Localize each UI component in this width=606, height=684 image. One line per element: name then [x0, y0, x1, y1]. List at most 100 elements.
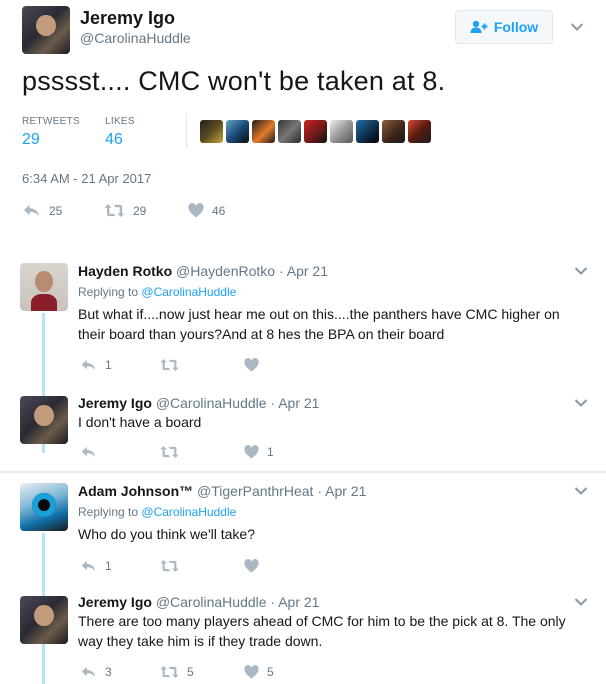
reply-header: Adam Johnson™ @TigerPanthrHeat · Apr 21: [78, 483, 366, 499]
like-count: 5: [267, 665, 274, 679]
retweet-count: 5: [187, 665, 194, 679]
like-action[interactable]: 5: [244, 665, 274, 679]
liker-avatar[interactable]: [252, 120, 275, 143]
tweet-timestamp[interactable]: 6:34 AM - 21 Apr 2017: [22, 171, 151, 186]
retweet-count: 29: [133, 203, 147, 218]
conversation-thread: Hayden Rotko @HaydenRotko · Apr 21 Reply…: [0, 253, 606, 471]
reply-icon: [22, 203, 41, 218]
reply-action[interactable]: 25: [22, 203, 62, 218]
reply-icon: [80, 445, 97, 459]
follow-button[interactable]: Follow: [455, 10, 553, 44]
author-handle[interactable]: @HaydenRotko: [176, 263, 275, 279]
reply-header: Jeremy Igo @CarolinaHuddle · Apr 21: [78, 395, 319, 411]
likes-label: LIKES: [105, 116, 135, 127]
author-name[interactable]: Jeremy Igo: [80, 8, 175, 29]
author-avatar[interactable]: [22, 6, 70, 54]
reply-date[interactable]: · Apr 21: [270, 395, 319, 411]
retweets-count[interactable]: 29: [22, 131, 40, 149]
reply-action[interactable]: [80, 445, 105, 459]
heart-icon: [244, 559, 259, 573]
author-handle[interactable]: @CarolinaHuddle: [156, 395, 267, 411]
author-avatar[interactable]: [20, 396, 68, 444]
author-name[interactable]: Jeremy Igo: [78, 594, 152, 610]
reply-action[interactable]: 1: [80, 559, 112, 573]
liker-avatar[interactable]: [200, 120, 223, 143]
replying-to: Replying to @CarolinaHuddle: [78, 285, 236, 299]
author-name[interactable]: Adam Johnson™: [78, 483, 193, 499]
follow-label: Follow: [493, 19, 539, 35]
retweet-icon: [160, 559, 179, 573]
retweet-icon: [160, 445, 179, 459]
chevron-down-icon[interactable]: [574, 597, 588, 607]
reply-date[interactable]: · Apr 21: [317, 483, 366, 499]
chevron-down-icon[interactable]: [574, 398, 588, 408]
reply-count: 25: [49, 203, 63, 218]
author-avatar[interactable]: [20, 263, 68, 311]
liker-avatar[interactable]: [278, 120, 301, 143]
author-handle[interactable]: @CarolinaHuddle: [80, 30, 191, 46]
heart-icon: [244, 665, 259, 679]
reply-action[interactable]: 1: [80, 358, 112, 372]
reply-text: I don't have a board: [78, 414, 202, 430]
follow-user-icon: [470, 20, 488, 33]
reply-text: Who do you think we'll take?: [78, 526, 255, 542]
author-avatar[interactable]: [20, 483, 68, 531]
chevron-down-icon[interactable]: [570, 22, 584, 32]
reply-icon: [80, 358, 97, 372]
replying-to-link[interactable]: @CarolinaHuddle: [141, 505, 236, 519]
heart-icon: [244, 445, 259, 459]
reply-text: There are too many players ahead of CMC …: [78, 613, 566, 649]
reply-text: But what if....now just hear me out on t…: [78, 306, 560, 342]
tweet-text: psssst.... CMC won't be taken at 8.: [22, 66, 446, 96]
liker-avatar[interactable]: [408, 120, 431, 143]
liker-avatar[interactable]: [304, 120, 327, 143]
replying-prefix: Replying to: [78, 505, 139, 519]
reply-count: 1: [105, 358, 112, 372]
replying-to-link[interactable]: @CarolinaHuddle: [141, 285, 236, 299]
like-count: 46: [212, 203, 226, 218]
heart-icon: [188, 203, 204, 218]
likers-avatars: [200, 120, 431, 143]
likes-count[interactable]: 46: [105, 131, 123, 149]
like-action[interactable]: [244, 559, 267, 573]
liker-avatar[interactable]: [226, 120, 249, 143]
reply-date[interactable]: · Apr 21: [270, 594, 319, 610]
reply-icon: [80, 665, 97, 679]
reply-action[interactable]: 3: [80, 665, 112, 679]
reply-header: Jeremy Igo @CarolinaHuddle · Apr 21: [78, 594, 319, 610]
author-avatar[interactable]: [20, 596, 68, 644]
reply-count: 3: [105, 665, 112, 679]
heart-icon: [244, 358, 259, 372]
retweet-icon: [160, 665, 179, 679]
liker-avatar[interactable]: [382, 120, 405, 143]
replying-prefix: Replying to: [78, 285, 139, 299]
author-handle[interactable]: @TigerPanthrHeat: [197, 483, 313, 499]
main-tweet: Jeremy Igo @CarolinaHuddle Follow psssst…: [0, 0, 606, 253]
replying-to: Replying to @CarolinaHuddle: [78, 505, 236, 519]
reply-icon: [80, 559, 97, 573]
stats-divider: [186, 114, 187, 148]
retweet-action[interactable]: [160, 559, 187, 573]
author-handle[interactable]: @CarolinaHuddle: [156, 594, 267, 610]
like-action[interactable]: 46: [188, 203, 225, 218]
retweet-icon: [104, 203, 125, 218]
retweets-label: RETWEETS: [22, 116, 80, 127]
like-action[interactable]: 1: [244, 445, 274, 459]
retweet-action[interactable]: 5: [160, 665, 194, 679]
liker-avatar[interactable]: [330, 120, 353, 143]
retweet-action[interactable]: [160, 445, 187, 459]
reply-date[interactable]: · Apr 21: [279, 263, 328, 279]
liker-avatar[interactable]: [356, 120, 379, 143]
retweet-action[interactable]: 29: [104, 203, 146, 218]
like-action[interactable]: [244, 358, 267, 372]
like-count: 1: [267, 445, 274, 459]
author-name[interactable]: Jeremy Igo: [78, 395, 152, 411]
conversation-thread: Adam Johnson™ @TigerPanthrHeat · Apr 21 …: [0, 473, 606, 684]
reply-header: Hayden Rotko @HaydenRotko · Apr 21: [78, 263, 328, 279]
chevron-down-icon[interactable]: [574, 486, 588, 496]
author-name[interactable]: Hayden Rotko: [78, 263, 172, 279]
retweet-icon: [160, 358, 179, 372]
chevron-down-icon[interactable]: [574, 266, 588, 276]
retweet-action[interactable]: [160, 358, 187, 372]
reply-count: 1: [105, 559, 112, 573]
